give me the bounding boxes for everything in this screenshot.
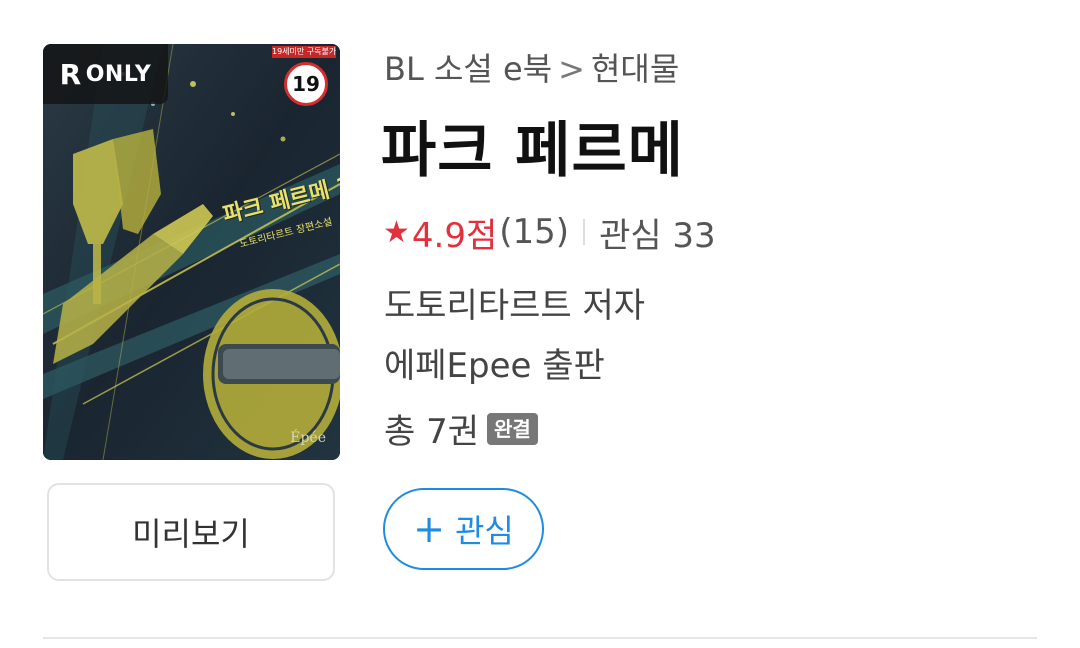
author-line[interactable]: 도토리타르트 저자: [384, 278, 645, 327]
rating-row: ★ 4.9점 (15) 관심 33: [383, 206, 716, 258]
breadcrumb: BL 소설 e북 > 현대물: [384, 44, 679, 90]
preview-button[interactable]: 미리보기: [47, 483, 335, 581]
breadcrumb-separator-icon: >: [558, 50, 585, 88]
r-only-label: ONLY: [85, 61, 152, 87]
section-divider: [43, 637, 1037, 639]
interest-count: 관심 33: [599, 215, 716, 256]
cover-publisher-mark: Épée: [290, 430, 326, 446]
publisher-line[interactable]: 에페Epee 출판: [384, 338, 605, 387]
book-title: 파크 페르메: [381, 116, 684, 186]
rating-score: 4.9점: [411, 215, 498, 256]
follow-button[interactable]: + 관심: [383, 488, 544, 570]
cover-artwork: [43, 44, 340, 460]
book-cover[interactable]: R ONLY 19세미만 구독불가 19 파크 페르메 1 도토리타르트 장편소…: [43, 44, 340, 460]
breadcrumb-category[interactable]: BL 소설 e북: [384, 50, 552, 88]
follow-button-label: 관심: [454, 512, 514, 550]
volumes-line: 총 7권 완결: [384, 404, 538, 453]
meta-divider: [583, 219, 586, 245]
r-only-logo: R: [59, 57, 82, 91]
breadcrumb-subcategory[interactable]: 현대물: [591, 50, 679, 88]
completed-badge: 완결: [487, 412, 538, 445]
age-rating-badge: 19: [284, 62, 328, 106]
r-only-badge: R ONLY: [43, 44, 168, 104]
rating-count[interactable]: (15): [499, 212, 569, 252]
star-icon: ★: [383, 214, 410, 250]
volume-count: 총 7권: [384, 412, 479, 452]
age-notice-strip: 19세미만 구독불가: [272, 46, 336, 58]
plus-icon: +: [413, 507, 445, 551]
